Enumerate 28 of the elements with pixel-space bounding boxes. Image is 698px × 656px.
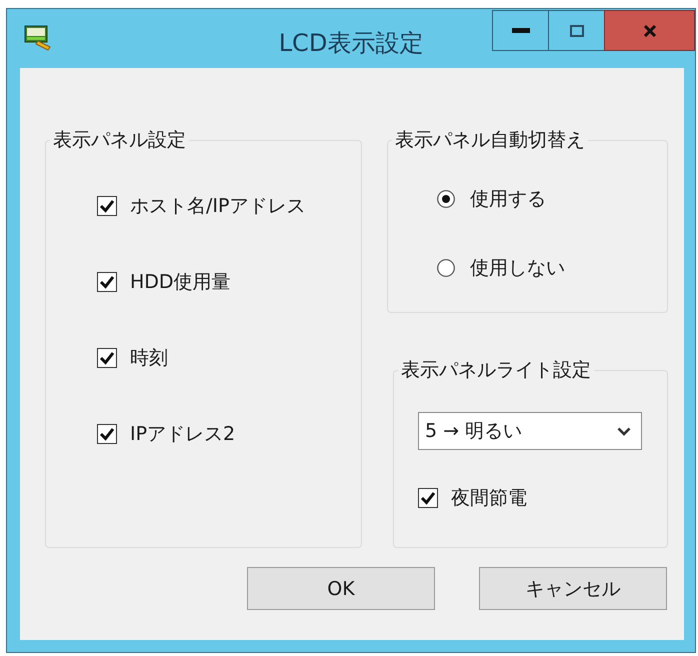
checkbox-label: IPアドレス2 [130,422,236,446]
ok-button[interactable]: OK [247,567,435,610]
checkbox-label: ホスト名/IPアドレス [130,194,306,218]
chevron-down-icon [617,426,631,436]
checkbox[interactable] [97,424,117,444]
window-title: LCD表示設定 [278,28,424,59]
radio-button[interactable] [437,259,455,277]
group-title: 表示パネル設定 [52,128,187,152]
dropdown[interactable]: 5 → 明るい [418,412,642,450]
close-icon [642,24,656,36]
checkbox-label: 夜間節電 [451,486,527,510]
checkbox-label: HDD使用量 [130,270,231,294]
radio-button[interactable] [437,190,455,208]
checkbox[interactable] [418,488,438,508]
cancel-button[interactable]: キャンセル [479,567,667,610]
radio-label: 使用しない [470,256,565,280]
radio-label: 使用する [470,187,546,211]
checkbox[interactable] [97,272,117,292]
close-button[interactable] [604,10,695,51]
group-title: 表示パネルライト設定 [400,358,592,382]
maximize-icon [570,24,584,36]
maximize-button[interactable] [548,10,604,51]
minimize-icon [512,28,530,33]
minimize-button[interactable] [492,10,548,51]
checkbox[interactable] [97,196,117,216]
group-title: 表示パネル自動切替え [394,128,586,152]
checkbox[interactable] [97,348,117,368]
checkbox-label: 時刻 [130,346,168,370]
